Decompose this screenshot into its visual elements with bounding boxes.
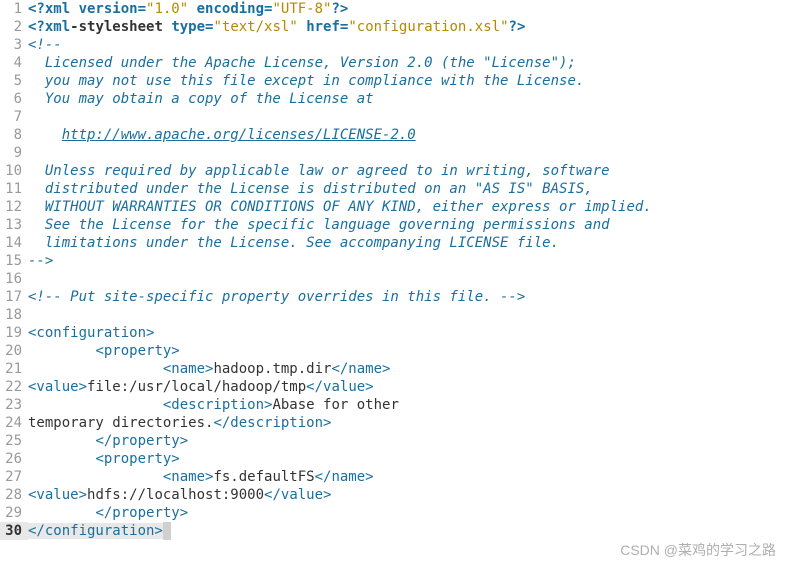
- code-line[interactable]: 29 </property>: [0, 504, 788, 522]
- code-line[interactable]: 26 <property>: [0, 450, 788, 468]
- code-line[interactable]: 23 <description>Abase for other: [0, 396, 788, 414]
- code-line[interactable]: 17<!-- Put site-specific property overri…: [0, 288, 788, 306]
- code-line[interactable]: 10 Unless required by applicable law or …: [0, 162, 788, 180]
- code-line[interactable]: 4 Licensed under the Apache License, Ver…: [0, 54, 788, 72]
- code-content: <!--: [28, 36, 788, 54]
- code-line[interactable]: 14 limitations under the License. See ac…: [0, 234, 788, 252]
- code-content: -->: [28, 252, 788, 270]
- code-line[interactable]: 25 </property>: [0, 432, 788, 450]
- code-line[interactable]: 2<?xml-stylesheet type="text/xsl" href="…: [0, 18, 788, 36]
- code-line[interactable]: 5 you may not use this file except in co…: [0, 72, 788, 90]
- line-number: 1: [0, 0, 28, 18]
- line-number: 27: [0, 468, 28, 486]
- code-content: <description>Abase for other: [28, 396, 788, 414]
- code-line-current[interactable]: 30</configuration>: [0, 522, 788, 540]
- license-url: http://www.apache.org/licenses/LICENSE-2…: [62, 127, 416, 143]
- code-content: <name>hadoop.tmp.dir</name>: [28, 360, 788, 378]
- line-number: 6: [0, 90, 28, 108]
- line-number: 20: [0, 342, 28, 360]
- code-content: http://www.apache.org/licenses/LICENSE-2…: [28, 126, 788, 144]
- code-content: Unless required by applicable law or agr…: [28, 162, 788, 180]
- code-line[interactable]: 8 http://www.apache.org/licenses/LICENSE…: [0, 126, 788, 144]
- code-line[interactable]: 1<?xml version="1.0" encoding="UTF-8"?>: [0, 0, 788, 18]
- code-content: <property>: [28, 450, 788, 468]
- line-number: 22: [0, 378, 28, 396]
- code-content: </configuration>: [28, 522, 788, 540]
- line-number: 23: [0, 396, 28, 414]
- code-line[interactable]: 20 <property>: [0, 342, 788, 360]
- line-number: 4: [0, 54, 28, 72]
- line-number: 26: [0, 450, 28, 468]
- line-number: 17: [0, 288, 28, 306]
- code-content: <value>file:/usr/local/hadoop/tmp</value…: [28, 378, 788, 396]
- line-number: 25: [0, 432, 28, 450]
- code-line[interactable]: 3<!--: [0, 36, 788, 54]
- code-line[interactable]: 28<value>hdfs://localhost:9000</value>: [0, 486, 788, 504]
- code-content: <name>fs.defaultFS</name>: [28, 468, 788, 486]
- code-content: WITHOUT WARRANTIES OR CONDITIONS OF ANY …: [28, 198, 788, 216]
- line-number: 30: [0, 522, 28, 540]
- line-number: 12: [0, 198, 28, 216]
- code-content: [28, 306, 788, 324]
- cursor: [163, 522, 171, 540]
- code-content: [28, 270, 788, 288]
- code-content: <!-- Put site-specific property override…: [28, 288, 788, 306]
- code-line[interactable]: 11 distributed under the License is dist…: [0, 180, 788, 198]
- code-editor[interactable]: 1<?xml version="1.0" encoding="UTF-8"?> …: [0, 0, 788, 540]
- line-number: 18: [0, 306, 28, 324]
- line-number: 16: [0, 270, 28, 288]
- code-line[interactable]: 24temporary directories.</description>: [0, 414, 788, 432]
- code-line[interactable]: 21 <name>hadoop.tmp.dir</name>: [0, 360, 788, 378]
- code-line[interactable]: 13 See the License for the specific lang…: [0, 216, 788, 234]
- code-content: <property>: [28, 342, 788, 360]
- code-line[interactable]: 7: [0, 108, 788, 126]
- line-number: 5: [0, 72, 28, 90]
- code-content: Licensed under the Apache License, Versi…: [28, 54, 788, 72]
- line-number: 11: [0, 180, 28, 198]
- code-content: <?xml version="1.0" encoding="UTF-8"?>: [28, 0, 788, 18]
- code-line[interactable]: 15-->: [0, 252, 788, 270]
- line-number: 28: [0, 486, 28, 504]
- code-content: </property>: [28, 432, 788, 450]
- line-number: 8: [0, 126, 28, 144]
- line-number: 9: [0, 144, 28, 162]
- code-content: you may not use this file except in comp…: [28, 72, 788, 90]
- code-content: See the License for the specific languag…: [28, 216, 788, 234]
- code-content: [28, 108, 788, 126]
- code-content: </property>: [28, 504, 788, 522]
- code-line[interactable]: 9: [0, 144, 788, 162]
- code-line[interactable]: 22<value>file:/usr/local/hadoop/tmp</val…: [0, 378, 788, 396]
- line-number: 13: [0, 216, 28, 234]
- code-line[interactable]: 6 You may obtain a copy of the License a…: [0, 90, 788, 108]
- line-number: 14: [0, 234, 28, 252]
- code-content: <configuration>: [28, 324, 788, 342]
- line-number: 21: [0, 360, 28, 378]
- line-number: 3: [0, 36, 28, 54]
- code-content: <?xml-stylesheet type="text/xsl" href="c…: [28, 18, 788, 36]
- line-number: 7: [0, 108, 28, 126]
- code-content: limitations under the License. See accom…: [28, 234, 788, 252]
- line-number: 2: [0, 18, 28, 36]
- line-number: 10: [0, 162, 28, 180]
- code-line[interactable]: 27 <name>fs.defaultFS</name>: [0, 468, 788, 486]
- code-content: distributed under the License is distrib…: [28, 180, 788, 198]
- line-number: 15: [0, 252, 28, 270]
- line-number: 24: [0, 414, 28, 432]
- code-content: <value>hdfs://localhost:9000</value>: [28, 486, 788, 504]
- code-content: You may obtain a copy of the License at: [28, 90, 788, 108]
- code-content: temporary directories.</description>: [28, 414, 788, 432]
- code-line[interactable]: 12 WITHOUT WARRANTIES OR CONDITIONS OF A…: [0, 198, 788, 216]
- line-number: 29: [0, 504, 28, 522]
- watermark: CSDN @菜鸡的学习之路: [620, 540, 776, 560]
- code-line[interactable]: 19<configuration>: [0, 324, 788, 342]
- code-content: [28, 144, 788, 162]
- line-number: 19: [0, 324, 28, 342]
- code-line[interactable]: 16: [0, 270, 788, 288]
- code-line[interactable]: 18: [0, 306, 788, 324]
